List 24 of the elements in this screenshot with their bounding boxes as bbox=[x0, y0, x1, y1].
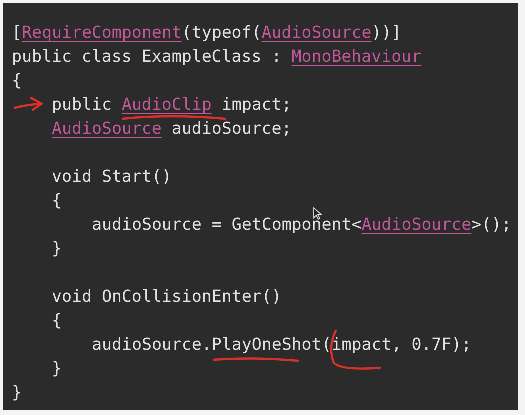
type-name: AudioSource bbox=[262, 23, 372, 42]
type-name: RequireComponent bbox=[22, 23, 182, 42]
code-text: audioSource; bbox=[170, 119, 292, 138]
code-text: void Start() bbox=[52, 167, 172, 186]
type-name: AudioClip bbox=[122, 95, 212, 114]
code-text: { bbox=[52, 191, 62, 210]
type-name: AudioSource bbox=[52, 119, 162, 138]
code-text: audioSource = GetComponent< bbox=[92, 215, 362, 234]
code-text: public bbox=[52, 95, 113, 114]
code-text: } bbox=[52, 359, 62, 378]
code-text: [ bbox=[12, 23, 22, 42]
code-text: (typeof( bbox=[182, 23, 262, 42]
code-text: { bbox=[52, 311, 62, 330]
code-text: ))] bbox=[372, 23, 402, 42]
code-text: } bbox=[52, 239, 62, 258]
code-text: void OnCollisionEnter() bbox=[52, 287, 282, 306]
code-text: impact; bbox=[220, 95, 292, 114]
arrow-annotation bbox=[13, 96, 45, 112]
type-name: AudioSource bbox=[362, 215, 472, 234]
code-text: public class ExampleClass : bbox=[12, 47, 283, 66]
code-text: } bbox=[12, 383, 22, 402]
code-text: { bbox=[12, 71, 22, 90]
code-text: >(); bbox=[472, 215, 512, 234]
type-name: MonoBehaviour bbox=[292, 47, 422, 66]
